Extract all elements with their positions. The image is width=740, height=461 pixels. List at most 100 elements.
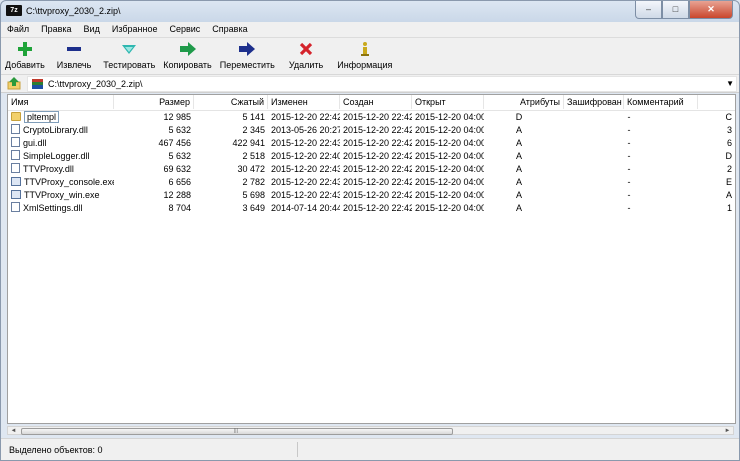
file-extra-cell: D bbox=[725, 151, 733, 161]
file-name: CryptoLibrary.dll bbox=[23, 125, 88, 135]
file-modified-cell: 2015-12-20 22:43 bbox=[271, 138, 340, 148]
file-comment-cell bbox=[624, 111, 698, 124]
file-packed-cell: 2 782 bbox=[242, 177, 265, 187]
menu-tools[interactable]: Сервис bbox=[163, 22, 206, 37]
column-header-comment[interactable]: Комментарий bbox=[624, 95, 698, 109]
info-button[interactable]: Информация bbox=[333, 38, 396, 74]
file-accessed-cell: 2015-12-20 04:00 bbox=[415, 190, 484, 200]
maximize-button[interactable]: □ bbox=[662, 1, 689, 19]
file-list: Имя Размер Сжатый Изменен Создан Открыт … bbox=[7, 94, 736, 424]
add-button[interactable]: Добавить bbox=[1, 38, 49, 74]
file-size-cell: 12 985 bbox=[163, 112, 191, 122]
file-name: TTVProxy.dll bbox=[23, 164, 74, 174]
file-modified-cell: 2015-12-20 22:42 bbox=[271, 112, 340, 122]
info-icon bbox=[355, 40, 375, 58]
copy-button-label: Копировать bbox=[163, 60, 212, 70]
column-header-row: Имя Размер Сжатый Изменен Создан Открыт … bbox=[8, 95, 735, 111]
column-header-accessed[interactable]: Открыт bbox=[412, 95, 484, 109]
file-name: TTVProxy_console.exe bbox=[24, 177, 114, 187]
column-header-size[interactable]: Размер bbox=[114, 95, 194, 109]
file-extra-cell: 3 bbox=[726, 125, 732, 135]
test-button[interactable]: Тестировать bbox=[99, 38, 159, 74]
menu-favorites[interactable]: Избранное bbox=[106, 22, 164, 37]
menu-view[interactable]: Вид bbox=[78, 22, 106, 37]
file-created-cell: 2015-12-20 22:42 bbox=[343, 112, 412, 122]
file-packed-cell: 2 518 bbox=[242, 151, 265, 161]
add-icon bbox=[15, 40, 35, 58]
extract-button[interactable]: Извлечь bbox=[53, 38, 96, 74]
address-dropdown-icon[interactable]: ▼ bbox=[726, 79, 734, 88]
file-modified-cell: 2014-07-14 20:44 bbox=[271, 203, 340, 213]
file-accessed-cell: 2015-12-20 04:00 bbox=[415, 177, 484, 187]
move-button[interactable]: Переместить bbox=[216, 38, 279, 74]
scroll-left-arrow-icon[interactable]: ◄ bbox=[9, 427, 18, 435]
horizontal-scrollbar[interactable]: ◄ ||| ► bbox=[7, 426, 734, 435]
status-selected-count: Выделено объектов: 0 bbox=[9, 445, 103, 455]
file-row[interactable]: pltempl 12 985 5 141 2015-12-20 22:42 2015-1… bbox=[8, 111, 735, 124]
file-row[interactable]: XmlSettings.dll 8 704 3 649 2014-07-14 20:4… bbox=[8, 202, 735, 215]
file-extra-cell: E bbox=[725, 177, 732, 187]
copy-button[interactable]: Копировать bbox=[159, 38, 215, 74]
file-size-cell: 8 704 bbox=[168, 203, 191, 213]
window-title: C:\ttvproxy_2030_2.zip\ bbox=[26, 6, 121, 16]
file-row[interactable]: SimpleLogger.dll 5 632 2 518 2015-12-20 22:… bbox=[8, 150, 735, 163]
file-attributes-cell: A bbox=[515, 177, 522, 187]
file-comment-cell bbox=[624, 202, 698, 215]
dll-file-icon bbox=[11, 202, 20, 212]
column-header-attributes[interactable]: Атрибуты bbox=[484, 95, 564, 109]
column-header-encrypted[interactable]: Зашифрован bbox=[564, 95, 624, 109]
file-comment-cell bbox=[624, 150, 698, 163]
file-row[interactable]: TTVProxy_console.exe 6 656 2 782 2015-12-20… bbox=[8, 176, 735, 189]
file-name-cell: CryptoLibrary.dll bbox=[8, 124, 114, 137]
file-name-cell: XmlSettings.dll bbox=[8, 202, 114, 215]
file-created-cell: 2015-12-20 22:42 bbox=[343, 190, 412, 200]
file-accessed-cell: 2015-12-20 04:00 bbox=[415, 138, 484, 148]
file-name-cell: SimpleLogger.dll bbox=[8, 150, 114, 163]
file-row[interactable]: CryptoLibrary.dll 5 632 2 345 2013-05-26 20… bbox=[8, 124, 735, 137]
file-name-cell: pltempl bbox=[8, 111, 114, 124]
file-modified-cell: 2015-12-20 22:43 bbox=[271, 190, 340, 200]
scrollbar-thumb[interactable]: ||| bbox=[21, 428, 453, 435]
7zip-app-icon: 7z bbox=[6, 5, 22, 16]
file-packed-cell: 30 472 bbox=[237, 164, 265, 174]
delete-button[interactable]: Удалить bbox=[285, 38, 327, 74]
dll-file-icon bbox=[11, 137, 20, 147]
address-field[interactable]: C:\ttvproxy_2030_2.zip\ ▼ bbox=[27, 76, 737, 92]
file-row[interactable]: TTVProxy.dll 69 632 30 472 2015-12-20 22:43… bbox=[8, 163, 735, 176]
info-button-label: Информация bbox=[337, 60, 393, 70]
copy-icon bbox=[178, 40, 198, 58]
file-comment-cell bbox=[624, 137, 698, 150]
exe-file-icon bbox=[11, 190, 21, 199]
column-header-extra[interactable] bbox=[698, 95, 735, 109]
file-accessed-cell: 2015-12-20 04:00 bbox=[415, 112, 484, 122]
file-name: gui.dll bbox=[23, 138, 47, 148]
column-header-packed[interactable]: Сжатый bbox=[194, 95, 268, 109]
file-modified-cell: 2013-05-26 20:27 bbox=[271, 125, 340, 135]
minimize-button[interactable]: – bbox=[635, 1, 662, 19]
file-modified-cell: 2015-12-20 22:40 bbox=[271, 151, 340, 161]
file-extra-cell: 2 bbox=[726, 164, 732, 174]
dll-file-icon bbox=[11, 163, 20, 173]
file-name-cell: gui.dll bbox=[8, 137, 114, 150]
file-size-cell: 69 632 bbox=[163, 164, 191, 174]
menu-help[interactable]: Справка bbox=[206, 22, 253, 37]
status-separator bbox=[297, 442, 298, 457]
file-created-cell: 2015-12-20 22:42 bbox=[343, 151, 412, 161]
file-attributes-cell: A bbox=[515, 203, 522, 213]
file-packed-cell: 2 345 bbox=[242, 125, 265, 135]
file-row[interactable]: TTVProxy_win.exe 12 288 5 698 2015-12-20 22… bbox=[8, 189, 735, 202]
column-header-name[interactable]: Имя bbox=[8, 95, 114, 109]
file-row[interactable]: gui.dll 467 456 422 941 2015-12-20 22:43 201… bbox=[8, 137, 735, 150]
file-modified-cell: 2015-12-20 22:43 bbox=[271, 177, 340, 187]
app-window: 7z C:\ttvproxy_2030_2.zip\ – □ ✕ Файл Пр… bbox=[0, 0, 740, 461]
menu-edit[interactable]: Правка bbox=[35, 22, 77, 37]
title-bar[interactable]: 7z C:\ttvproxy_2030_2.zip\ – □ ✕ bbox=[1, 1, 739, 21]
scroll-right-arrow-icon[interactable]: ► bbox=[723, 427, 732, 435]
file-created-cell: 2015-12-20 22:42 bbox=[343, 125, 412, 135]
menu-file[interactable]: Файл bbox=[1, 22, 35, 37]
file-accessed-cell: 2015-12-20 04:00 bbox=[415, 164, 484, 174]
folder-up-icon[interactable] bbox=[7, 77, 21, 90]
close-button[interactable]: ✕ bbox=[689, 1, 733, 19]
column-header-modified[interactable]: Изменен bbox=[268, 95, 340, 109]
column-header-created[interactable]: Создан bbox=[340, 95, 412, 109]
